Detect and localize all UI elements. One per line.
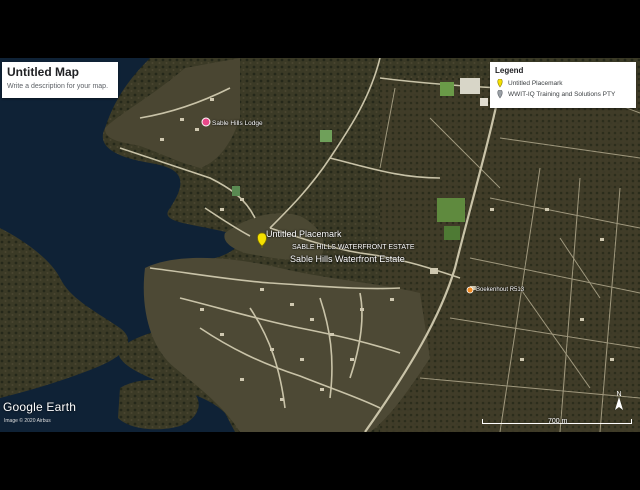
- building-2: [480, 98, 488, 106]
- lodge-label[interactable]: Sable Hills Lodge: [212, 120, 263, 127]
- legend-title: Legend: [495, 66, 524, 75]
- map-title[interactable]: Untitled Map: [7, 65, 113, 79]
- tennis-court: [320, 130, 332, 142]
- estate-label[interactable]: Sable Hills Waterfront Estate: [290, 254, 405, 264]
- sports-field-3: [440, 82, 454, 96]
- legend-item-wwit[interactable]: WWIT-IQ Training and Solutions PTY: [495, 89, 631, 100]
- north-label: N: [616, 391, 621, 398]
- legend-item-label: WWIT-IQ Training and Solutions PTY: [508, 91, 616, 98]
- small-field: [232, 186, 240, 196]
- sports-field-2: [444, 226, 460, 240]
- east-farmland: [380, 78, 640, 432]
- building-1: [460, 78, 480, 94]
- gray-pin-icon: [495, 90, 504, 99]
- scale-label: 700 m: [548, 418, 568, 425]
- north-arrow-icon[interactable]: N: [612, 388, 626, 412]
- scale-bar: 700 m: [482, 414, 632, 426]
- yellow-pin-icon: [495, 79, 504, 88]
- imagery-copyright: Image © 2020 Airbus: [4, 418, 51, 424]
- road-label[interactable]: Boekenhout R513: [476, 287, 524, 293]
- road-marker-icon[interactable]: [466, 286, 474, 294]
- google-earth-logo: Google Earth: [3, 400, 77, 414]
- lodge-pin-icon[interactable]: [201, 117, 211, 127]
- placemark-label[interactable]: Untitled Placemark: [266, 229, 342, 239]
- estate-label-upper: SABLE HILLS WATERFRONT ESTATE: [292, 244, 415, 251]
- legend-item-placemark[interactable]: Untitled Placemark: [495, 78, 631, 89]
- legend-item-label: Untitled Placemark: [508, 80, 563, 87]
- map-viewer: Untitled Map Write a description for you…: [0, 0, 640, 490]
- sports-field-1: [437, 198, 465, 222]
- map-title-panel[interactable]: Untitled Map Write a description for you…: [2, 62, 118, 98]
- legend-panel: Legend Untitled Placemark WWIT-IQ Traini…: [490, 62, 636, 108]
- map-description[interactable]: Write a description for your map.: [7, 83, 113, 90]
- satellite-map[interactable]: Untitled Map Write a description for you…: [0, 58, 640, 432]
